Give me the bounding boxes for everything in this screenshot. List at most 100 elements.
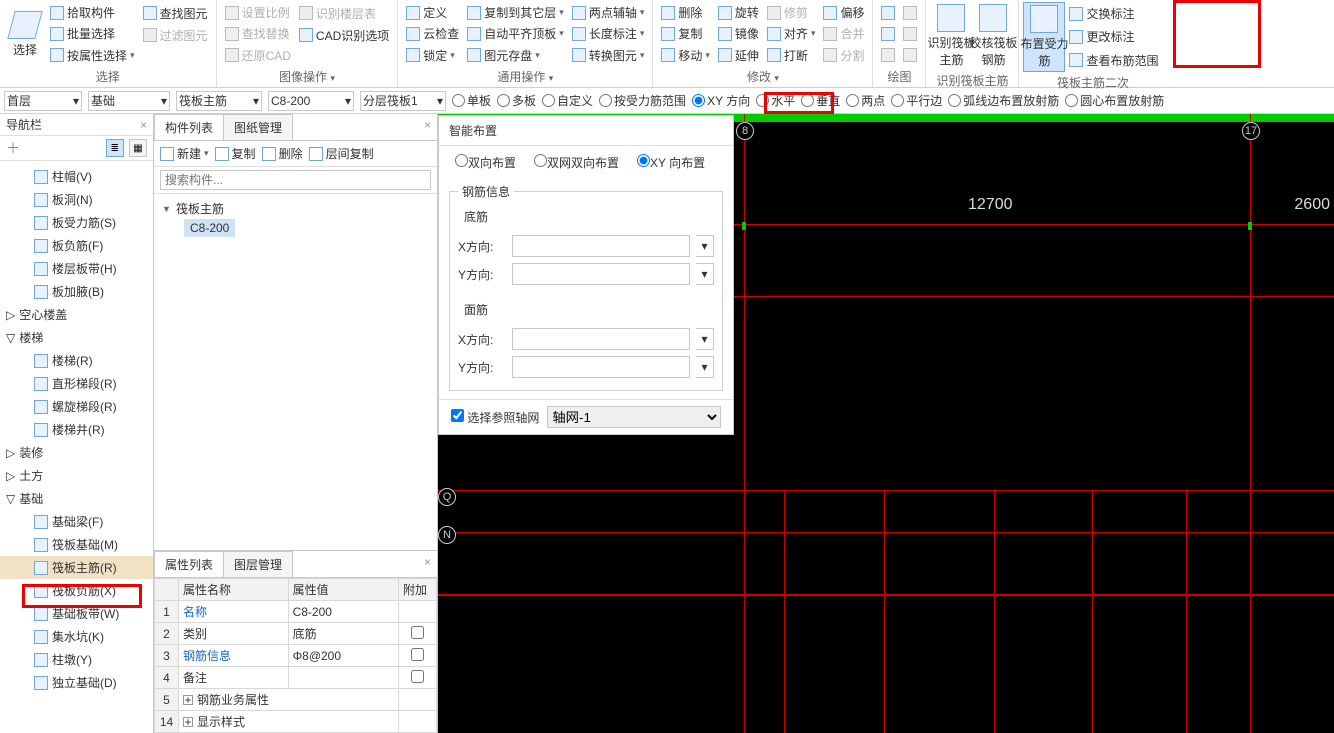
prop-val[interactable]: 底筋	[288, 623, 398, 645]
nav-item[interactable]: 楼梯(R)	[0, 349, 153, 372]
select-by-prop-button[interactable]: 按属性选择	[48, 46, 137, 65]
draw-point-button[interactable]	[879, 5, 897, 21]
pick-component-button[interactable]: 拾取构件	[48, 3, 137, 22]
spec-select[interactable]: C8-200▾	[268, 91, 354, 111]
new-button[interactable]: 新建	[160, 145, 209, 162]
break-button[interactable]: 打断	[765, 46, 818, 65]
cad-options-button[interactable]: CAD识别选项	[297, 26, 391, 45]
offset-button[interactable]: 偏移	[821, 3, 866, 22]
swap-mark-button[interactable]: 交换标注	[1067, 4, 1160, 23]
prop-row[interactable]: 5+钢筋业务属性	[155, 689, 437, 711]
props-close-button[interactable]: ×	[424, 555, 431, 569]
nav-item[interactable]: 独立基础(D)	[0, 671, 153, 694]
nav-item-raft-main[interactable]: 筏板主筋(R)	[0, 556, 153, 579]
cloud-check-button[interactable]: 云检查	[404, 24, 461, 43]
prop-row[interactable]: 4备注	[155, 667, 437, 689]
delete2-button[interactable]: 删除	[262, 145, 303, 162]
draw-save-button[interactable]: 图元存盘	[465, 46, 566, 65]
draw-line-button[interactable]	[879, 26, 897, 42]
extend-button[interactable]: 延伸	[716, 46, 761, 65]
layer-copy-button[interactable]: 层间复制	[309, 145, 374, 162]
group-label-modify[interactable]: 修改	[657, 66, 868, 87]
view-list-button[interactable]: ≣	[106, 139, 124, 157]
tab-drawing-mgr[interactable]: 图纸管理	[223, 114, 293, 140]
mode-2pt[interactable]: 两点	[846, 92, 885, 109]
nav-item[interactable]: 板负筋(F)	[0, 234, 153, 257]
edit-mark-button[interactable]: 更改标注	[1067, 27, 1160, 46]
nav-group-base[interactable]: ▽基础	[0, 487, 153, 510]
tab-layer-mgr[interactable]: 图层管理	[223, 551, 293, 577]
nav-group-stair[interactable]: ▽楼梯	[0, 326, 153, 349]
mode-multi[interactable]: 多板	[497, 92, 536, 109]
complist-close-button[interactable]: ×	[424, 118, 431, 132]
delete-button[interactable]: 删除	[659, 3, 712, 22]
prop-row[interactable]: 2类别底筋	[155, 623, 437, 645]
axis-select[interactable]: 轴网-1	[547, 406, 721, 428]
select-button[interactable]: 选择	[4, 2, 46, 66]
tab-prop-list[interactable]: 属性列表	[154, 551, 224, 577]
nav-item[interactable]: 楼层板带(H)	[0, 257, 153, 280]
type-select[interactable]: 筏板主筋▾	[176, 91, 262, 111]
category-select[interactable]: 基础▾	[88, 91, 170, 111]
top-x-dropdown[interactable]: ▾	[696, 328, 714, 350]
prop-val[interactable]: C8-200	[288, 601, 398, 623]
prop-row[interactable]: 1名称C8-200	[155, 601, 437, 623]
nav-item[interactable]: 板洞(N)	[0, 188, 153, 211]
nav-item[interactable]: 基础板带(W)	[0, 602, 153, 625]
move-button[interactable]: 移动	[659, 46, 712, 65]
mode-single[interactable]: 单板	[452, 92, 491, 109]
copy2-button[interactable]: 复制	[215, 145, 256, 162]
ident-main-button[interactable]: 识别筏板主筋	[930, 2, 972, 70]
copy-other-button[interactable]: 复制到其它层	[465, 3, 566, 22]
group-label-common[interactable]: 通用操作	[402, 66, 648, 87]
check-raft-button[interactable]: 校核筏板钢筋	[972, 2, 1014, 70]
prop-val[interactable]	[288, 667, 398, 689]
nav-group-decor[interactable]: ▷装修	[0, 441, 153, 464]
mode-parallel[interactable]: 平行边	[891, 92, 942, 109]
nav-item[interactable]: 直形梯段(R)	[0, 372, 153, 395]
prop-row[interactable]: 14+显示样式	[155, 711, 437, 733]
nav-item[interactable]: 柱墩(Y)	[0, 648, 153, 671]
bottom-x-dropdown[interactable]: ▾	[696, 235, 714, 257]
complist-child[interactable]: C8-200	[184, 219, 235, 237]
nav-item[interactable]: 柱帽(V)	[0, 165, 153, 188]
top-x-input[interactable]	[512, 328, 690, 350]
mode-center[interactable]: 圆心布置放射筋	[1065, 92, 1164, 109]
nav-expand-button[interactable]: ＋	[6, 138, 20, 158]
prop-val[interactable]: Φ8@200	[288, 645, 398, 667]
mode-xy[interactable]: XY 方向	[692, 92, 750, 109]
mode-range[interactable]: 按受力筋范围	[599, 92, 686, 109]
mode-v[interactable]: 垂直	[801, 92, 840, 109]
nav-item[interactable]: 基础梁(F)	[0, 510, 153, 533]
nav-item[interactable]: 集水坑(K)	[0, 625, 153, 648]
floor-select[interactable]: 首层▾	[4, 91, 82, 111]
nav-item[interactable]: 板加腋(B)	[0, 280, 153, 303]
two-point-aux-button[interactable]: 两点辅轴	[570, 3, 647, 22]
top-y-dropdown[interactable]: ▾	[696, 356, 714, 378]
mode-custom[interactable]: 自定义	[542, 92, 593, 109]
align-button[interactable]: 对齐	[765, 24, 818, 43]
find-draw-button[interactable]: 查找图元	[141, 4, 210, 23]
rotate-button[interactable]: 旋转	[716, 3, 761, 22]
batch-select-button[interactable]: 批量选择	[48, 24, 137, 43]
bottom-x-input[interactable]	[512, 235, 690, 257]
view-grid-button[interactable]: ▦	[129, 139, 147, 157]
define-button[interactable]: 定义	[404, 3, 461, 22]
auto-align-button[interactable]: 自动平齐顶板	[465, 24, 566, 43]
layer-select[interactable]: 分层筏板1▾	[360, 91, 446, 111]
mode-h[interactable]: 水平	[756, 92, 795, 109]
nav-item[interactable]: 楼梯井(R)	[0, 418, 153, 441]
lock-button[interactable]: 锁定	[404, 46, 461, 65]
mode-arc[interactable]: 弧线边布置放射筋	[948, 92, 1059, 109]
bottom-y-dropdown[interactable]: ▾	[696, 263, 714, 285]
copy-button[interactable]: 复制	[659, 24, 712, 43]
nav-group-earth[interactable]: ▷土方	[0, 464, 153, 487]
search-input[interactable]	[160, 170, 431, 190]
nav-group-hollow[interactable]: ▷空心楼盖	[0, 303, 153, 326]
bottom-y-input[interactable]	[512, 263, 690, 285]
prop-ext-chk[interactable]	[411, 670, 424, 683]
nav-item[interactable]: 筏板负筋(X)	[0, 579, 153, 602]
layout-two-mesh[interactable]: 双网双向布置	[534, 154, 619, 171]
length-mark-button[interactable]: 长度标注	[570, 24, 647, 43]
layout-two-way[interactable]: 双向布置	[455, 154, 516, 171]
